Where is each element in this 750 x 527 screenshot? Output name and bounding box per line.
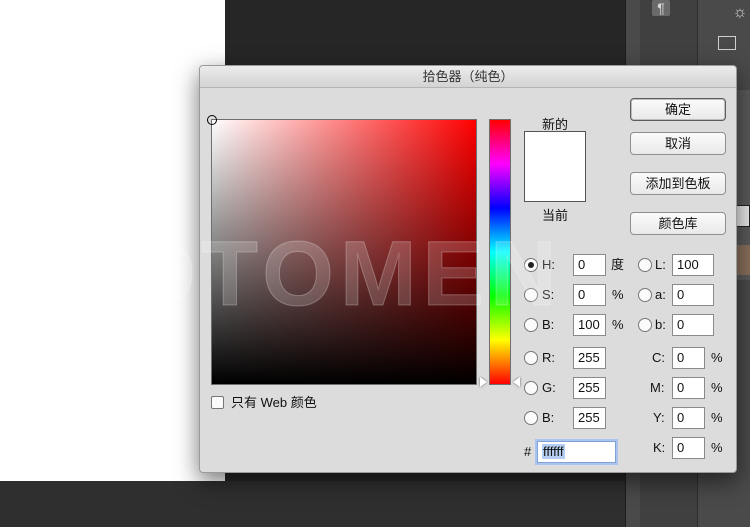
ok-button[interactable]: 确定 [630,98,726,121]
lab-b-label: b: [655,317,666,332]
color-libraries-button[interactable]: 颜色库 [630,212,726,235]
red-input[interactable]: 255 [573,347,606,369]
brightness-unit: % [612,317,624,332]
web-colors-only-checkbox[interactable] [211,396,224,409]
lab-b-input[interactable]: 0 [672,314,714,336]
workspace-bottom-area [0,481,625,527]
color-picker-dialog: 拾色器（纯色） 新的 当前 确定 取消 添加到色板 颜色库 H: 0 度 S: … [199,65,737,473]
brightness-input[interactable]: 100 [573,314,606,336]
document-canvas [0,0,225,481]
magenta-input[interactable]: 0 [672,377,705,399]
cyan-label: C: [652,350,665,365]
cancel-button[interactable]: 取消 [630,132,726,155]
green-radio[interactable] [524,381,538,395]
hue-slider-left-arrow-icon[interactable] [480,377,487,387]
black-input[interactable]: 0 [672,437,705,459]
brightness-label: B: [542,317,555,332]
panel-grid-icon[interactable] [718,36,736,50]
blue-input[interactable]: 255 [573,407,606,429]
dialog-title: 拾色器（纯色） [200,66,736,88]
color-preview-swatch [524,131,586,202]
green-input[interactable]: 255 [573,377,606,399]
blue-radio[interactable] [524,411,538,425]
black-unit: % [711,440,723,455]
saturation-unit: % [612,287,624,302]
web-colors-only-label: 只有 Web 颜色 [231,395,317,410]
lab-a-label: a: [655,287,666,302]
brightness-icon[interactable]: ☼ [730,4,750,22]
hue-unit: 度 [611,257,625,272]
hue-input[interactable]: 0 [573,254,606,276]
layer-thumbnail[interactable] [736,205,750,227]
magenta-label: M: [650,380,665,395]
lab-a-input[interactable]: 0 [672,284,714,306]
brightness-radio[interactable] [524,318,538,332]
new-color-swatch [525,132,585,167]
cyan-unit: % [711,350,723,365]
hue-slider-right-arrow-icon[interactable] [513,377,520,387]
blue-label: B: [542,410,555,425]
saturation-brightness-field[interactable] [207,115,477,385]
green-label: G: [542,380,556,395]
saturation-radio[interactable] [524,288,538,302]
yellow-unit: % [711,410,723,425]
lightness-input[interactable]: 100 [672,254,714,276]
lightness-radio[interactable] [638,258,652,272]
hue-radio[interactable] [524,258,538,272]
hex-label: # [524,444,532,459]
yellow-input[interactable]: 0 [672,407,705,429]
cyan-input[interactable]: 0 [672,347,705,369]
layer-thumbnail-photo[interactable] [736,245,750,275]
hue-slider[interactable] [489,119,511,385]
paragraph-icon[interactable]: ¶ [652,0,670,16]
current-color-label: 当前 [541,208,568,223]
color-field-cursor[interactable] [207,115,217,125]
current-color-swatch[interactable] [525,166,585,201]
hex-input[interactable]: ffffff [537,441,616,463]
yellow-label: Y: [653,410,665,425]
magenta-unit: % [711,380,723,395]
black-label: K: [653,440,666,455]
lightness-label: L: [655,257,666,272]
hex-value: ffffff [542,444,565,459]
red-label: R: [542,350,555,365]
lab-a-radio[interactable] [638,288,652,302]
red-radio[interactable] [524,351,538,365]
hue-label: H: [542,257,555,272]
saturation-label: S: [542,287,555,302]
lab-b-radio[interactable] [638,318,652,332]
add-to-swatches-button[interactable]: 添加到色板 [630,172,726,195]
saturation-input[interactable]: 0 [573,284,606,306]
